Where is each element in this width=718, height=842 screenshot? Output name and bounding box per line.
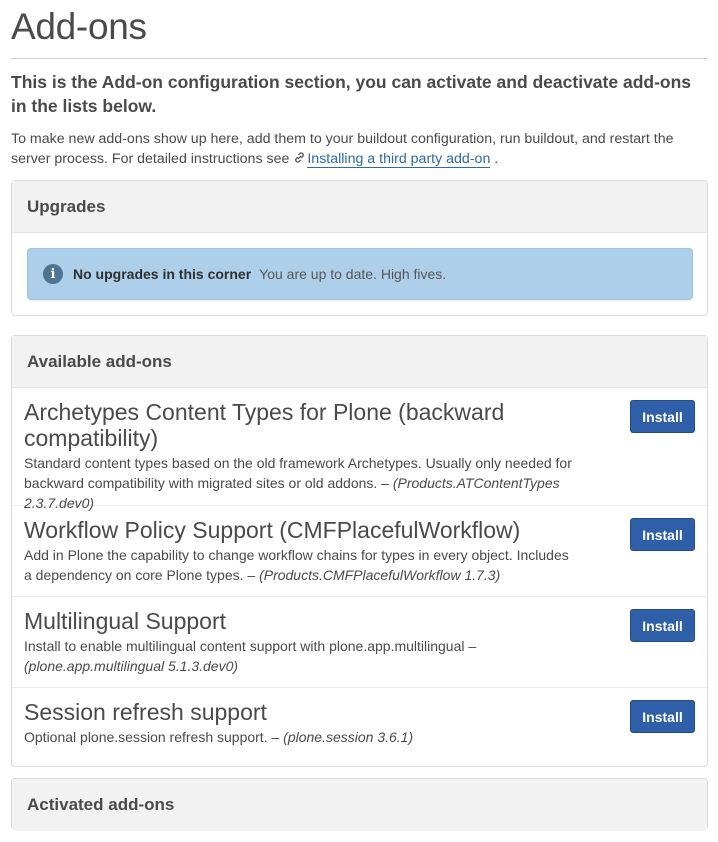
available-addons-panel: Available add-ons Archetypes Content Typ…	[11, 335, 708, 767]
addon-item: Multilingual Support Install to enable m…	[12, 597, 707, 688]
link-icon	[295, 152, 305, 163]
activated-addons-panel: Activated add-ons	[11, 778, 708, 831]
alert-title: No upgrades in this corner	[73, 266, 252, 282]
addon-description-text: Install to enable multilingual content s…	[24, 638, 477, 654]
install-button[interactable]: Install	[630, 518, 695, 551]
page-title: Add-ons	[11, 6, 147, 47]
addon-package: (plone.app.multilingual 5.1.3.dev0)	[24, 658, 239, 674]
install-guide-link[interactable]: Installing a third party add-on	[307, 151, 491, 168]
install-button[interactable]: Install	[630, 400, 695, 433]
info-icon: i	[43, 264, 63, 284]
addon-package: (Products.CMFPlacefulWorkflow 1.7.3)	[259, 567, 501, 583]
title-divider	[11, 58, 707, 59]
upgrades-alert: i No upgrades in this corner You are up …	[27, 248, 693, 300]
addon-description: Standard content types based on the old …	[24, 453, 577, 513]
addon-item: Workflow Policy Support (CMFPlacefulWork…	[12, 506, 707, 597]
addon-description: Add in Plone the capability to change wo…	[24, 545, 577, 585]
addon-title: Workflow Policy Support (CMFPlacefulWork…	[24, 517, 521, 543]
install-button[interactable]: Install	[630, 609, 695, 642]
intro-text: To make new add-ons show up here, add th…	[11, 129, 707, 169]
intro-end: .	[494, 151, 499, 167]
addon-description: Install to enable multilingual content s…	[24, 636, 577, 676]
install-button[interactable]: Install	[630, 700, 695, 733]
alert-text: You are up to date. High fives.	[259, 266, 447, 282]
addon-item: Session refresh support Optional plone.s…	[12, 688, 707, 764]
addon-item: Archetypes Content Types for Plone (back…	[12, 388, 707, 511]
upgrades-heading: Upgrades	[12, 181, 707, 233]
addon-title: Session refresh support	[24, 699, 267, 725]
addon-description-text: Optional plone.session refresh support. …	[24, 729, 280, 745]
available-heading: Available add-ons	[12, 336, 707, 388]
lead-text: This is the Add-on configuration section…	[11, 72, 692, 116]
addon-description: Optional plone.session refresh support. …	[24, 727, 577, 747]
addon-title: Archetypes Content Types for Plone (back…	[24, 399, 505, 451]
addon-title: Multilingual Support	[24, 608, 227, 634]
addon-package: (plone.session 3.6.1)	[283, 729, 414, 745]
activated-heading: Activated add-ons	[12, 779, 707, 831]
upgrades-panel: Upgrades i No upgrades in this corner Yo…	[11, 180, 708, 316]
